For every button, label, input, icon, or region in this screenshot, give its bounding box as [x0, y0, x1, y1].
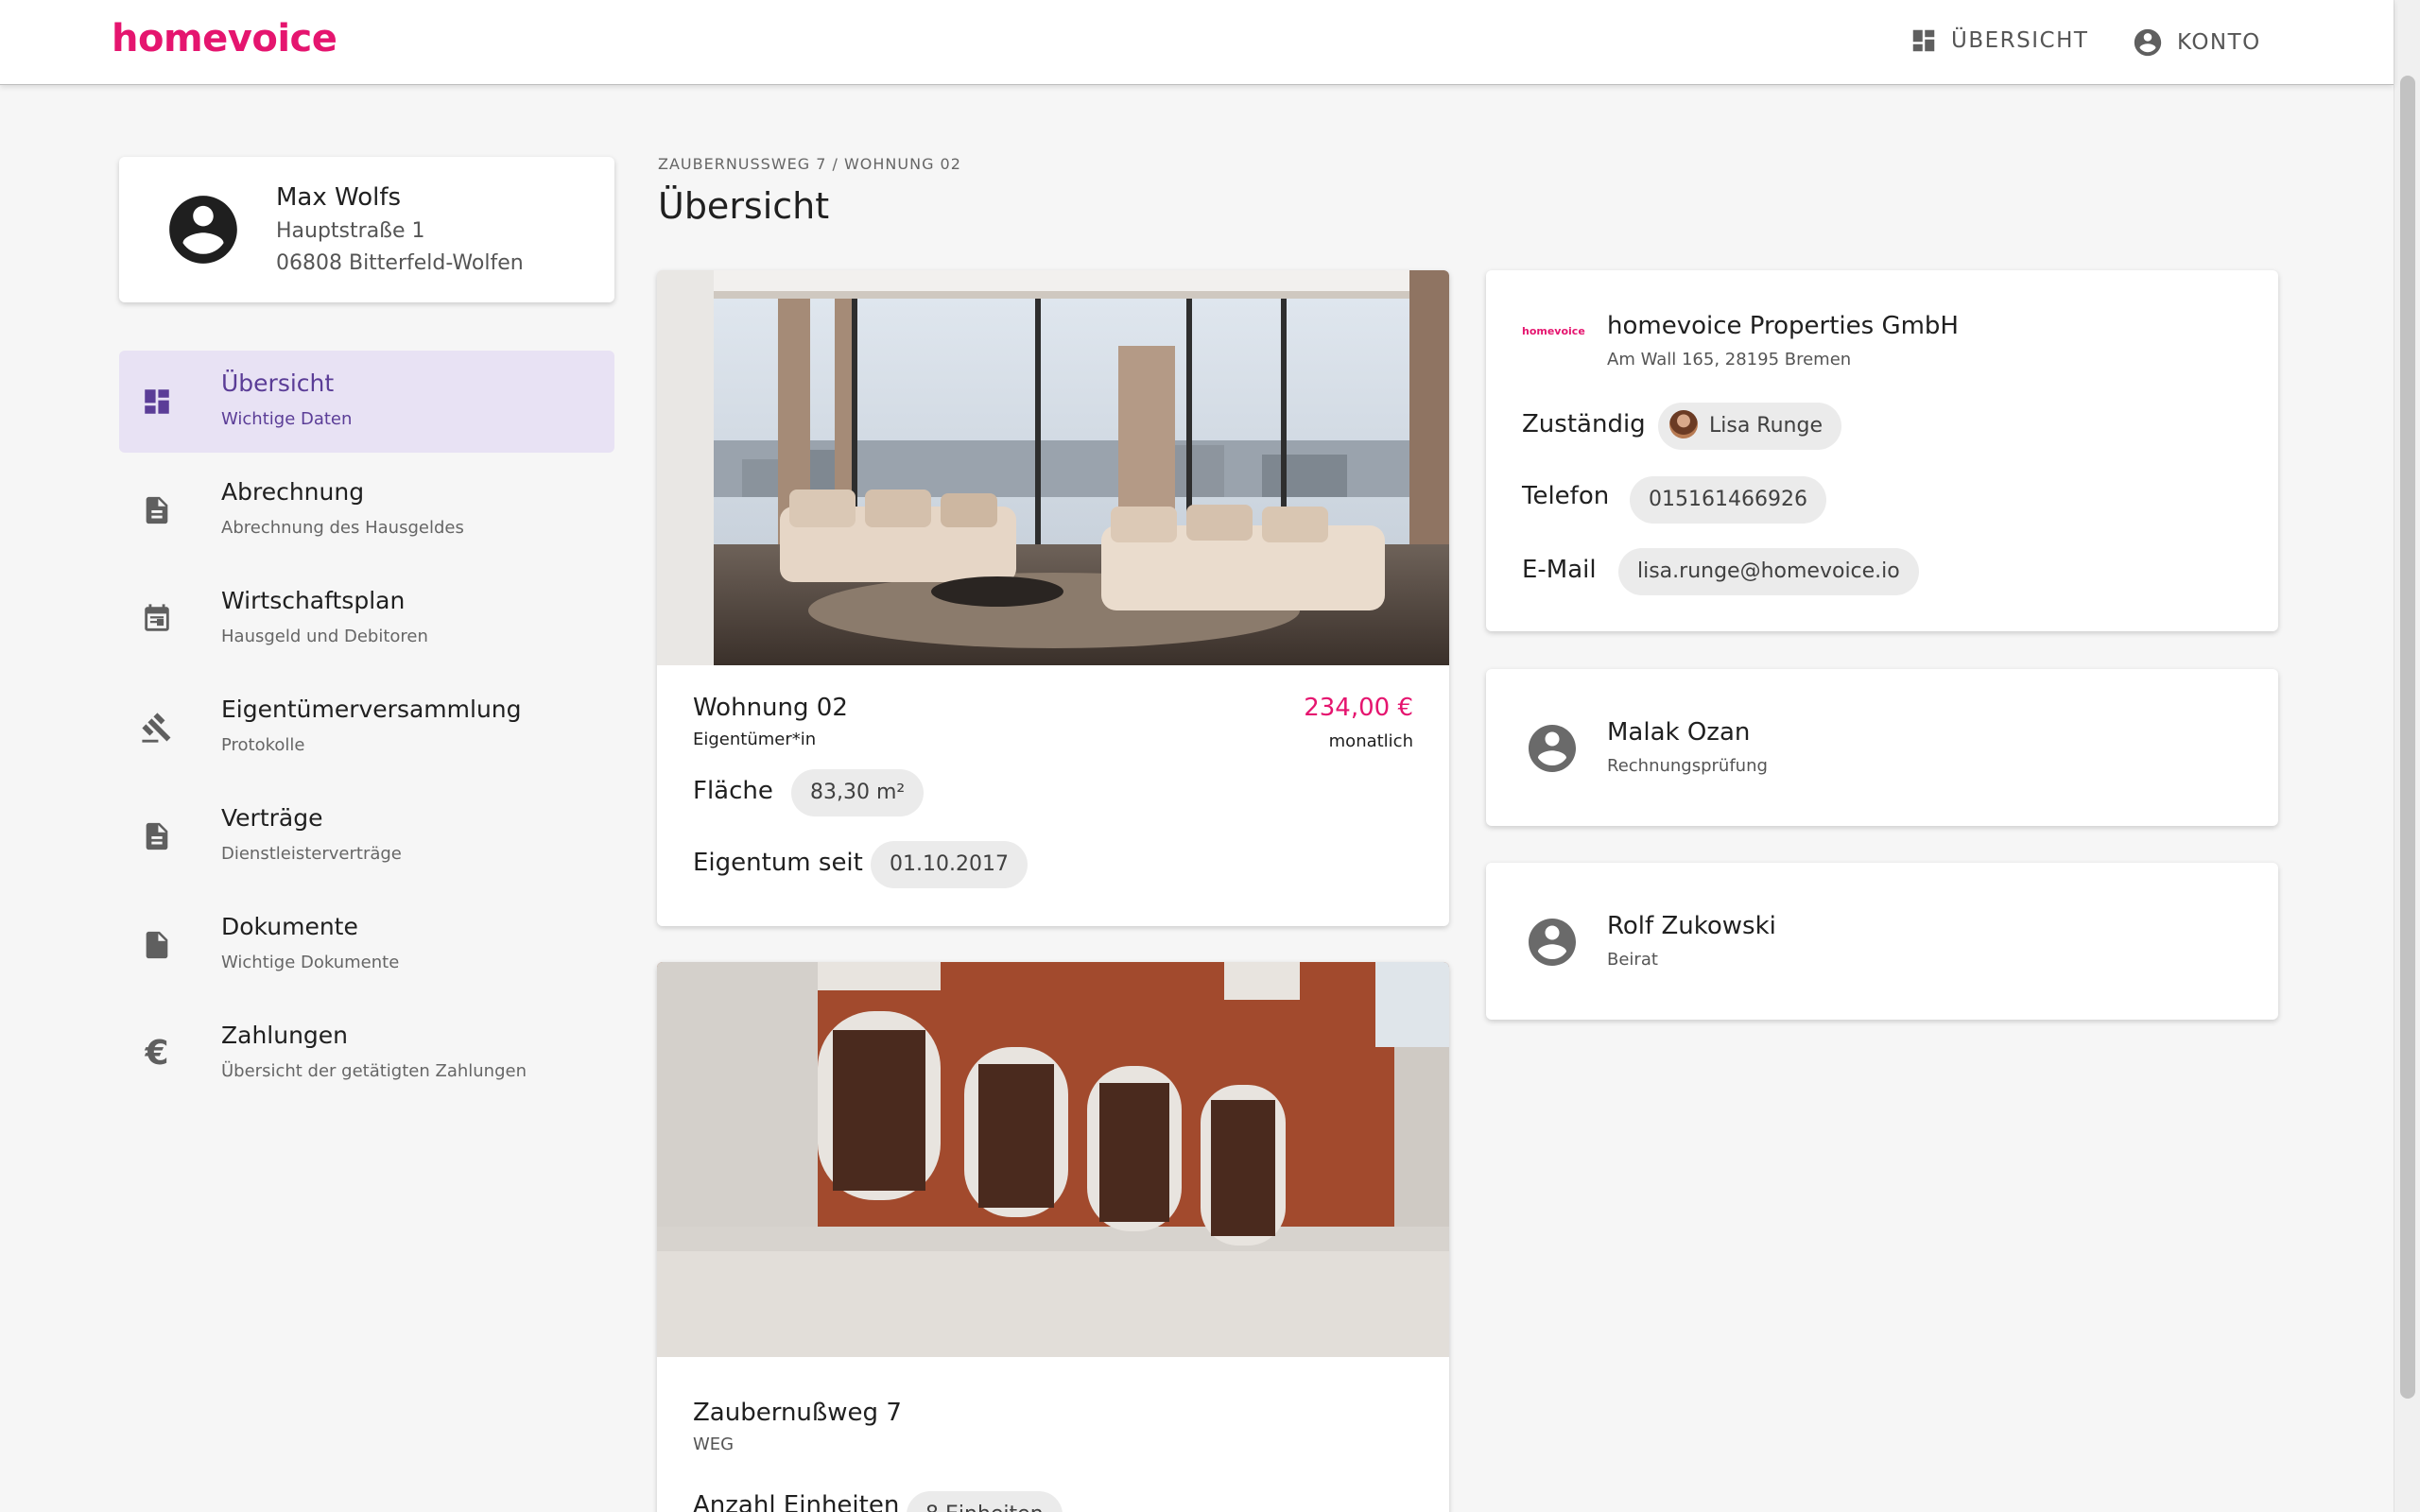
- euro-icon: €: [138, 1035, 176, 1073]
- sidebar-item-zahlungen[interactable]: € Zahlungen Übersicht der getätigten Zah…: [119, 1003, 614, 1105]
- sidebar-item-uebersicht[interactable]: Übersicht Wichtige Daten: [119, 351, 614, 453]
- company-name: homevoice Properties GmbH: [1607, 312, 1959, 340]
- avatar: [1669, 410, 1698, 438]
- account-circle-icon: [1529, 919, 1576, 966]
- nav-account-link[interactable]: KONTO: [2132, 26, 2261, 59]
- calendar-icon: [138, 600, 176, 638]
- property-manager-card: homevoice homevoice Properties GmbH Am W…: [1486, 270, 2278, 631]
- unit-price: 234,00 €: [1304, 694, 1413, 722]
- account-circle-icon: [1529, 725, 1576, 772]
- area-label: Fläche: [693, 777, 773, 805]
- sidebar-item-subtitle: Hausgeld und Debitoren: [221, 627, 428, 646]
- sidebar-item-title: Abrechnung: [221, 478, 365, 506]
- units-count-chip: 8 Einheiten: [907, 1491, 1063, 1512]
- responsible-label: Zuständig: [1522, 410, 1646, 438]
- company-logo: homevoice: [1522, 325, 1585, 337]
- phone-chip[interactable]: 015161466926: [1630, 476, 1826, 524]
- page-scrollbar[interactable]: [2394, 0, 2420, 1512]
- unit-name: Wohnung 02: [693, 694, 848, 722]
- sidebar-item-subtitle: Wichtige Dokumente: [221, 953, 400, 972]
- building-type: WEG: [693, 1435, 735, 1454]
- apartment-photo: [657, 270, 1449, 665]
- nav-account-label: KONTO: [2177, 30, 2261, 55]
- sidebar-item-eigentuemerversammlung[interactable]: Eigentümerversammlung Protokolle: [119, 677, 614, 779]
- sidebar-item-title: Wirtschaftsplan: [221, 587, 406, 614]
- sidebar-item-title: Zahlungen: [221, 1022, 349, 1049]
- phone-label: Telefon: [1522, 482, 1610, 510]
- area-chip: 83,30 m²: [791, 769, 925, 816]
- file-icon: [138, 926, 176, 964]
- page-title: Übersicht: [658, 185, 830, 227]
- euro-glyph: €: [145, 1034, 169, 1073]
- email-chip[interactable]: lisa.runge@homevoice.io: [1618, 548, 1919, 595]
- building-card[interactable]: Zaubernußweg 7 WEG Anzahl Einheiten 8 Ei…: [657, 962, 1449, 1512]
- unit-card[interactable]: Wohnung 02 Eigentümer*in 234,00 € monatl…: [657, 270, 1449, 926]
- sidebar-item-dokumente[interactable]: Dokumente Wichtige Dokumente: [119, 894, 614, 996]
- account-circle-icon: [2134, 28, 2162, 57]
- contact-card[interactable]: Malak Ozan Rechnungsprüfung: [1486, 669, 2278, 826]
- building-photo: [657, 962, 1449, 1357]
- contact-name: Rolf Zukowski: [1607, 912, 1776, 940]
- contact-name: Malak Ozan: [1607, 718, 1751, 747]
- sidebar-item-subtitle: Wichtige Daten: [221, 409, 353, 429]
- scrollbar-thumb[interactable]: [2400, 76, 2415, 1399]
- unit-price-period: monatlich: [1328, 731, 1413, 751]
- sidebar-item-title: Eigentümerversammlung: [221, 696, 522, 723]
- contact-role: Beirat: [1607, 950, 1658, 970]
- sidebar-item-title: Dokumente: [221, 913, 358, 940]
- dashboard-icon: [138, 383, 176, 421]
- sidebar-item-title: Verträge: [221, 804, 323, 832]
- responsible-name: Lisa Runge: [1709, 414, 1823, 438]
- document-icon: [138, 817, 176, 855]
- owned-since-chip: 01.10.2017: [871, 841, 1028, 888]
- profile-street: Hauptstraße 1: [276, 219, 425, 243]
- profile-card: Max Wolfs Hauptstraße 1 06808 Bitterfeld…: [119, 157, 614, 302]
- email-label: E-Mail: [1522, 556, 1597, 584]
- top-app-bar: homevoice ÜBERSICHT KONTO: [0, 0, 2394, 85]
- sidebar-item-subtitle: Übersicht der getätigten Zahlungen: [221, 1061, 527, 1081]
- contact-card[interactable]: Rolf Zukowski Beirat: [1486, 863, 2278, 1020]
- units-count-label: Anzahl Einheiten: [693, 1491, 900, 1512]
- sidebar-item-vertraege[interactable]: Verträge Dienstleisterverträge: [119, 785, 614, 887]
- owned-since-label: Eigentum seit: [693, 849, 863, 877]
- document-icon: [138, 491, 176, 529]
- dashboard-icon: [1912, 29, 1935, 52]
- profile-city: 06808 Bitterfeld-Wolfen: [276, 251, 524, 275]
- unit-role: Eigentümer*in: [693, 730, 817, 749]
- account-circle-icon: [169, 196, 237, 264]
- sidebar-item-title: Übersicht: [221, 369, 335, 397]
- building-name: Zaubernußweg 7: [693, 1399, 902, 1427]
- nav-overview-label: ÜBERSICHT: [1951, 28, 2089, 53]
- sidebar-item-subtitle: Protokolle: [221, 735, 305, 755]
- sidebar-item-subtitle: Dienstleisterverträge: [221, 844, 402, 864]
- responsible-chip[interactable]: Lisa Runge: [1658, 403, 1841, 450]
- nav-overview-link[interactable]: ÜBERSICHT: [1910, 26, 2088, 55]
- sidebar-item-wirtschaftsplan[interactable]: Wirtschaftsplan Hausgeld und Debitoren: [119, 568, 614, 670]
- sidebar-item-subtitle: Abrechnung des Hausgeldes: [221, 518, 464, 538]
- sidebar-nav: Übersicht Wichtige Daten Abrechnung Abre…: [119, 351, 614, 1111]
- homevoice-logo[interactable]: homevoice: [112, 17, 337, 60]
- sidebar-item-abrechnung[interactable]: Abrechnung Abrechnung des Hausgeldes: [119, 459, 614, 561]
- profile-name: Max Wolfs: [276, 183, 402, 212]
- breadcrumb: ZAUBERNUSSWEG 7 / WOHNUNG 02: [658, 155, 961, 173]
- gavel-icon: [138, 709, 176, 747]
- contact-role: Rechnungsprüfung: [1607, 756, 1768, 776]
- company-address: Am Wall 165, 28195 Bremen: [1607, 350, 1852, 369]
